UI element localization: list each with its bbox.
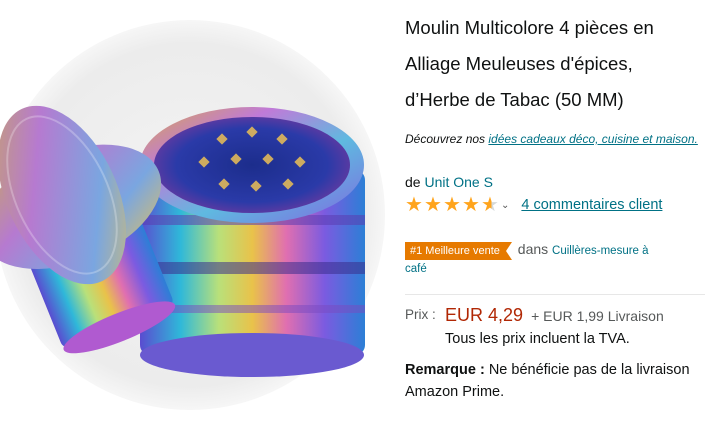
bestseller-badge[interactable]: #1 Meilleure vente — [405, 242, 512, 260]
chevron-down-icon[interactable]: ⌄ — [501, 200, 509, 211]
price-row: Prix : EUR 4,29 + EUR 1,99 Livraison — [405, 305, 705, 327]
grinder-illustration — [0, 20, 385, 410]
bestseller-in: dans — [517, 241, 549, 257]
title-line-1: Moulin Multicolore 4 pièces en — [405, 17, 654, 38]
bestseller-row: #1 Meilleure vente dans Cuillères-mesure… — [405, 238, 705, 276]
star-icon: ★ — [462, 194, 480, 216]
tva-note: Tous les prix incluent la TVA. — [445, 331, 630, 347]
star-icon: ★ — [424, 194, 442, 216]
brand-link[interactable]: Unit One S — [424, 174, 492, 190]
title-line-2: Alliage Meuleuses d'épices, — [405, 53, 633, 74]
product-title[interactable]: Moulin Multicolore 4 pièces en Alliage M… — [405, 10, 705, 118]
half-star-icon: ★ — [481, 194, 499, 216]
promo-link[interactable]: idées cadeaux déco, cuisine et maison. — [488, 132, 697, 146]
rating-row: ★ ★ ★ ★ ★ ⌄ 4 commentaires client — [405, 194, 705, 216]
price-value: EUR 4,29 — [445, 305, 524, 325]
prime-note: Remarque : Ne bénéficie pas de la livrai… — [405, 359, 705, 403]
star-icon: ★ — [405, 194, 423, 216]
star-icon: ★ — [443, 194, 461, 216]
category-link[interactable]: Cuillères-mesure à — [552, 245, 649, 257]
title-line-3: d’Herbe de Tabac (50 MM) — [405, 89, 624, 110]
promo-text: Découvrez nos idées cadeaux déco, cuisin… — [405, 130, 705, 148]
divider — [405, 294, 705, 295]
note-label: Remarque : — [405, 362, 485, 378]
product-info: Moulin Multicolore 4 pièces en Alliage M… — [405, 10, 705, 403]
shipping-cost: + EUR 1,99 Livraison — [531, 308, 664, 324]
category-link-continued[interactable]: café — [405, 262, 705, 276]
brand-prefix: de — [405, 174, 421, 190]
reviews-link[interactable]: 4 commentaires client — [521, 197, 662, 213]
brand-line: de Unit One S — [405, 172, 705, 192]
price-label: Prix : — [405, 307, 436, 322]
star-rating[interactable]: ★ ★ ★ ★ ★ — [405, 195, 505, 215]
promo-prefix: Découvrez nos — [405, 132, 486, 146]
product-image[interactable] — [0, 0, 395, 427]
